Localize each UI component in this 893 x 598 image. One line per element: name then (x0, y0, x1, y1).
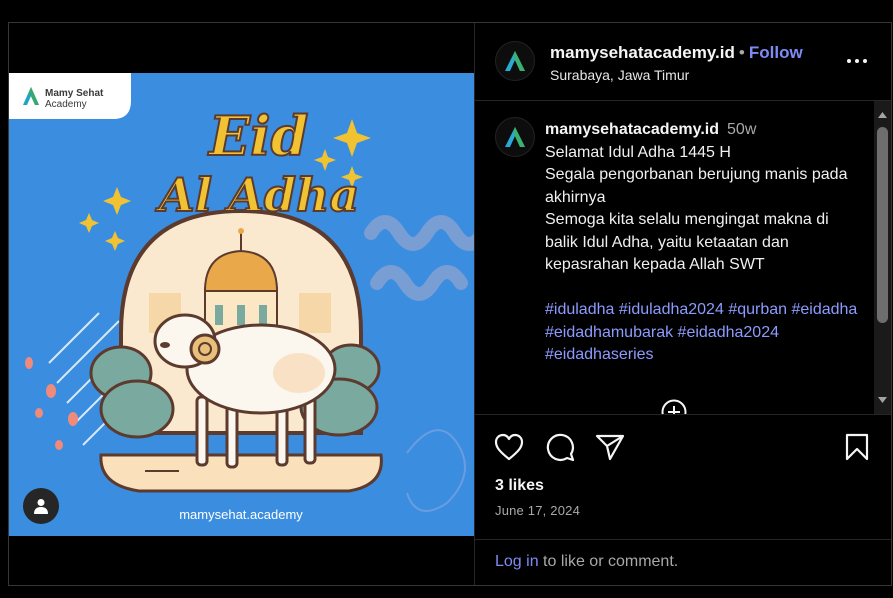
header-user-line: mamysehatacademy.id • Follow (550, 43, 803, 63)
tagged-users-button[interactable] (23, 488, 59, 524)
title-line1: Eid (207, 104, 308, 168)
post-location[interactable]: Surabaya, Jawa Timur (550, 67, 689, 83)
save-button[interactable] (841, 431, 873, 463)
like-button[interactable] (493, 431, 525, 463)
hashtag-link[interactable]: #eidadha (791, 301, 857, 318)
caption-avatar[interactable] (495, 117, 535, 157)
caption-line: Segala pengorbanan berujung manis pada a… (545, 166, 848, 206)
header-username[interactable]: mamysehatacademy.id (550, 43, 735, 62)
separator-dot: • (738, 43, 745, 62)
post-modal: Mamy Sehat Academy Eid Al Adha mamysehat… (8, 22, 892, 586)
post-media: Mamy Sehat Academy Eid Al Adha mamysehat… (9, 23, 474, 585)
image-footer: mamysehat.academy (179, 507, 303, 522)
hashtag-link[interactable]: #qurban (728, 301, 787, 318)
more-horizontal-icon (847, 59, 867, 63)
brand-line2: Academy (45, 99, 87, 110)
comment-button[interactable] (544, 431, 576, 463)
send-icon (595, 434, 625, 461)
login-link[interactable]: Log in (495, 553, 539, 570)
post-header: mamysehatacademy.id • Follow Surabaya, Jaw… (475, 23, 891, 101)
scroll-up-arrow-icon[interactable] (877, 110, 888, 120)
post-image[interactable]: Mamy Sehat Academy Eid Al Adha mamysehat… (9, 73, 474, 536)
hashtag-link[interactable]: #iduladha2024 (619, 301, 724, 318)
action-bar (475, 431, 891, 467)
follow-button[interactable]: Follow (749, 43, 803, 62)
comments-section[interactable]: mamysehatacademy.id 50w Selamat Idul Adha… (475, 101, 891, 415)
hashtag-link[interactable]: #iduladha (545, 301, 614, 318)
more-options-button[interactable] (845, 51, 869, 71)
brand-logo-icon (505, 127, 525, 147)
login-suffix: to like or comment. (543, 553, 679, 570)
brand-line1: Mamy Sehat (45, 88, 104, 99)
share-button[interactable] (594, 431, 626, 463)
caption-username[interactable]: mamysehatacademy.id (545, 121, 719, 138)
brand-logo-icon (505, 51, 525, 71)
caption-line: Selamat Idul Adha 1445 H (545, 143, 731, 161)
plus-circle-icon (661, 399, 687, 414)
comment-icon (546, 433, 575, 462)
comments-scrollbar[interactable] (874, 101, 891, 414)
bookmark-icon (845, 433, 869, 461)
hashtag-link[interactable]: #eidadhaseries (545, 346, 654, 363)
profile-avatar[interactable] (495, 41, 535, 81)
hashtags: #iduladha #iduladha2024 #qurban #eidadha… (545, 301, 857, 363)
scroll-down-arrow-icon[interactable] (877, 395, 888, 405)
title-line2: Al Adha (155, 168, 359, 222)
post-side-panel: mamysehatacademy.id • Follow Surabaya, Jaw… (474, 23, 891, 585)
hashtag-link[interactable]: #eidadha2024 (678, 324, 779, 341)
post-caption: mamysehatacademy.id 50w Selamat Idul Adha… (545, 119, 865, 367)
eid-al-adha-illustration: Mamy Sehat Academy Eid Al Adha mamysehat… (9, 73, 474, 536)
caption-timestamp[interactable]: 50w (727, 121, 756, 138)
caption-line: Semoga kita selalu mengingat makna di ba… (545, 211, 829, 273)
sheep-horn (189, 333, 221, 365)
heart-icon (494, 433, 524, 461)
load-more-comments-button[interactable] (661, 399, 687, 414)
hashtag-link[interactable]: #eidadhamubarak (545, 324, 673, 341)
post-date: June 17, 2024 (495, 503, 581, 518)
login-prompt: Log in to like or comment. (475, 539, 891, 585)
scrollbar-thumb[interactable] (877, 127, 888, 323)
user-tag-icon (34, 499, 48, 514)
likes-count[interactable]: 3 likes (495, 477, 544, 495)
